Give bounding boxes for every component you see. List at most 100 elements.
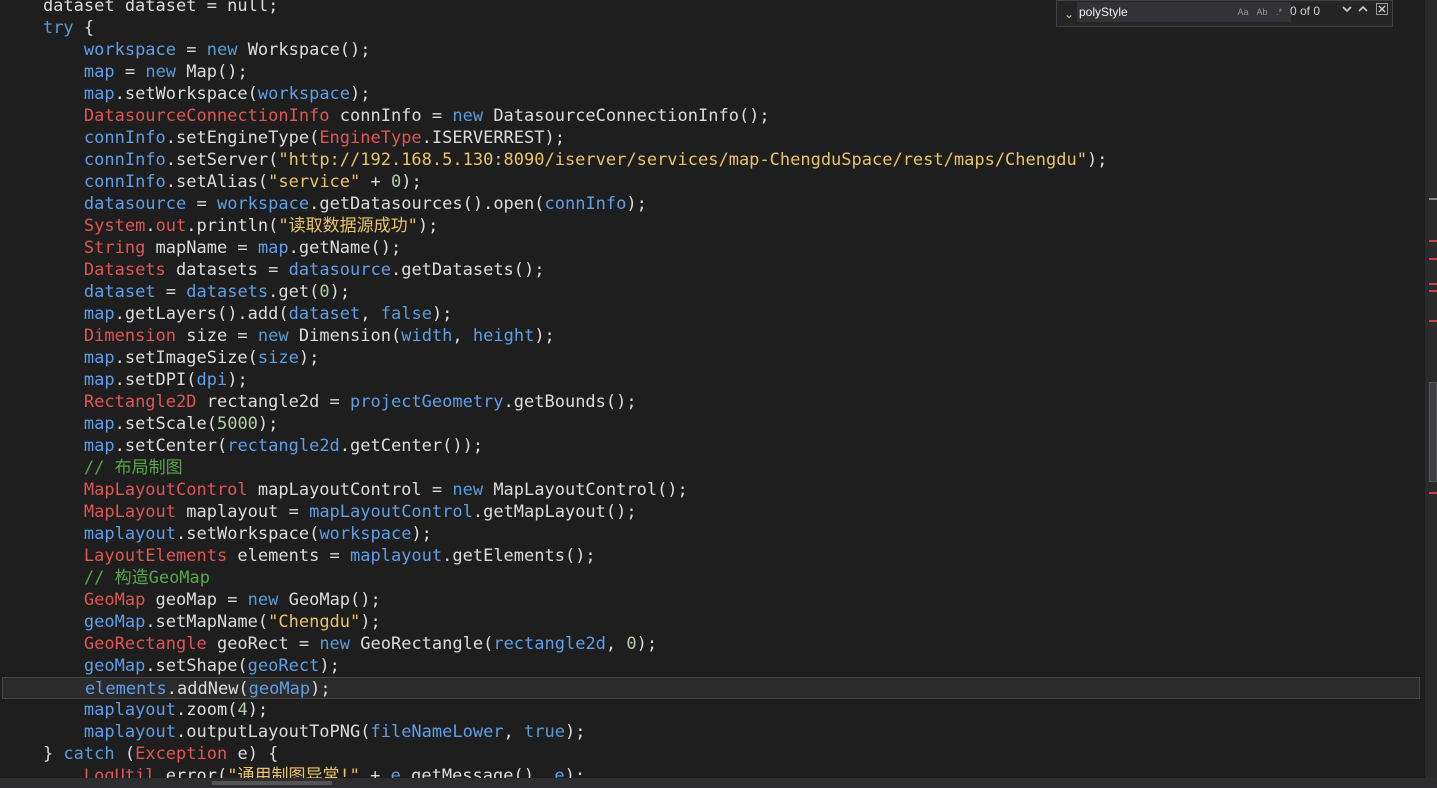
code-token: , [605,634,627,654]
code-token: .zoom( [176,700,238,720]
code-line[interactable]: connInfo.setServer("http://192.168.5.130… [2,149,1420,171]
whole-word-toggle[interactable]: Ab [1254,4,1270,20]
code-token: // 构造GeoMap [83,568,211,588]
code-line[interactable]: map.setDPI(dpi); [2,369,1420,391]
find-close-button[interactable] [1374,2,1390,20]
code-line[interactable]: dataset = datasets.get(0); [2,281,1420,303]
code-line[interactable]: workspace = new Workspace(); [2,39,1420,61]
code-token: e) { [227,744,279,764]
match-case-toggle[interactable]: Aa [1235,4,1251,20]
code-token: rectangle2d = [196,392,351,412]
code-line[interactable]: map.setScale(5000); [2,413,1420,435]
code-line[interactable]: MapLayoutControl mapLayoutControl = new … [2,479,1420,501]
code-token: map [83,414,115,434]
code-token: // 布局制图 [83,458,183,478]
code-token: workspace [257,84,351,104]
code-line[interactable]: maplayout.outputLayoutToPNG(fileNameLowe… [2,721,1420,743]
current-code-line[interactable]: elements.addNew(geoMap); [2,677,1420,699]
code-line[interactable]: connInfo.setEngineType(EngineType.ISERVE… [2,127,1420,149]
code-token: size = [176,326,258,346]
code-line[interactable]: String mapName = map.getName(); [2,237,1420,259]
code-token: .getCenter()); [339,436,484,456]
code-token: maplayout [83,722,177,742]
code-token: out [155,216,187,236]
code-line[interactable]: Datasets datasets = datasource.getDatase… [2,259,1420,281]
code-token: "http://192.168.5.130:8090/iserver/servi… [278,150,1087,170]
code-line[interactable]: datasource = workspace.getDatasources().… [2,193,1420,215]
code-token: GeoMap(); [278,590,381,610]
code-token: workspace [83,40,177,60]
code-line[interactable]: } catch (Exception e) { [2,743,1420,765]
code-token: ( [114,744,136,764]
vertical-scrollbar[interactable] [1425,0,1437,778]
scrollbar-marker [1429,320,1437,322]
horizontal-scrollbar[interactable] [0,778,1437,788]
code-line[interactable]: LayoutElements elements = maplayout.getE… [2,545,1420,567]
code-editor[interactable]: dataset dataset = null; try { workspace … [0,0,1424,778]
code-line[interactable]: GeoMap geoMap = new GeoMap(); [2,589,1420,611]
regex-toggle[interactable]: .* [1271,4,1287,20]
code-line[interactable]: System.out.println("读取数据源成功"); [2,215,1420,237]
code-line[interactable]: map.setWorkspace(workspace); [2,83,1420,105]
code-token: new [206,40,238,60]
code-token: new [319,634,351,654]
code-line[interactable]: map.setCenter(rectangle2d.getCenter()); [2,435,1420,457]
code-line[interactable]: // 构造GeoMap [2,567,1420,589]
code-token: elements [84,679,167,699]
code-line[interactable]: GeoRectangle geoRect = new GeoRectangle(… [2,633,1420,655]
code-token: ); [319,656,340,676]
code-token: Dimension [83,326,177,346]
code-line[interactable]: Rectangle2D rectangle2d = projectGeometr… [2,391,1420,413]
code-token: { [73,18,95,38]
code-token: ); [1086,150,1108,170]
code-line[interactable]: maplayout.setWorkspace(workspace); [2,523,1420,545]
find-previous-button[interactable] [1355,2,1371,20]
code-token: false [380,304,432,324]
code-token: true [524,722,565,742]
find-next-button[interactable] [1339,2,1355,20]
code-token: height [472,326,535,346]
code-token: .setDPI( [114,370,197,390]
code-line[interactable]: // 布局制图 [2,457,1420,479]
code-line[interactable]: geoMap.setShape(geoRect); [2,655,1420,677]
code-line[interactable]: geoMap.setMapName("Chengdu"); [2,611,1420,633]
code-line[interactable]: Dimension size = new Dimension(width, he… [2,325,1420,347]
code-token: MapLayoutControl(); [483,480,688,500]
scrollbar-marker [1429,240,1437,242]
code-token: map [83,370,115,390]
code-line[interactable]: MapLayout maplayout = mapLayoutControl.g… [2,501,1420,523]
code-token: Exception [135,744,228,764]
code-token: } [2,744,64,764]
code-line[interactable]: maplayout.zoom(4); [2,699,1420,721]
code-token: new [145,62,177,82]
code-line[interactable]: map = new Map(); [2,61,1420,83]
scrollbar-thumb[interactable] [212,781,332,785]
code-token: 5000 [216,414,258,434]
code-line[interactable]: DatasourceConnectionInfo connInfo = new … [2,105,1420,127]
code-token: = [176,40,207,60]
chevron-down-icon [1342,6,1352,13]
scrollbar-marker [1429,258,1437,260]
code-token: .getMessage(), [400,766,555,778]
code-line[interactable]: map.setImageSize(size); [2,347,1420,369]
scrollbar-thumb[interactable] [1429,382,1437,482]
code-line[interactable]: LogUtil.error("通用制图异常!" + e.getMessage()… [2,765,1420,778]
code-token: maplayout [83,700,177,720]
code-token: connInfo = [329,106,453,126]
code-line[interactable]: connInfo.setAlias("service" + 0); [2,171,1420,193]
code-token: ); [329,282,351,302]
code-token: connInfo [544,194,627,214]
code-token: GeoRectangle( [350,634,494,654]
code-token: ); [534,326,555,346]
code-token: dataset dataset = null; [2,0,279,16]
code-line[interactable]: map.getLayers().add(dataset, false); [2,303,1420,325]
chevron-down-icon[interactable]: ⌄ [1061,5,1077,23]
